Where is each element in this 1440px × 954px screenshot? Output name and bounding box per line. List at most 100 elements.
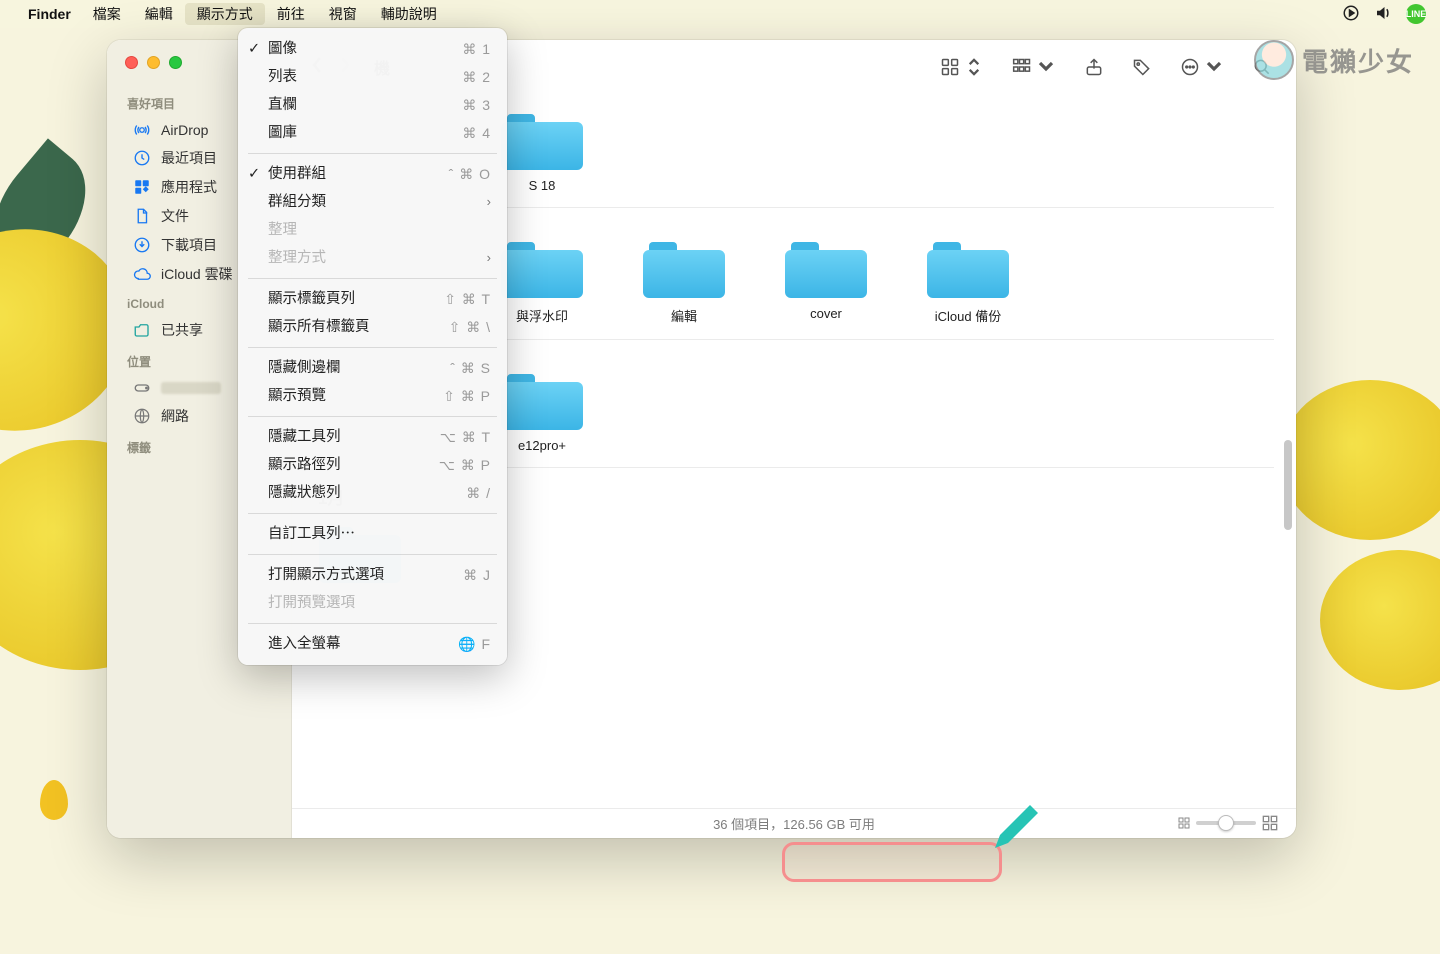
menu-shortcut: ⌘ / — [466, 482, 491, 504]
view-icons-button[interactable] — [934, 53, 990, 81]
view-menu-dropdown[interactable]: ✓圖像⌘ 1列表⌘ 2直欄⌘ 3圖庫⌘ 4✓使用群組ˆ ⌘ O群組分類›整理整理… — [238, 28, 507, 665]
disk-icon — [133, 379, 151, 397]
menu-item-label: 顯示所有標籤頁 — [268, 316, 370, 338]
folder-label: S 18 — [529, 178, 556, 193]
menu-item-label: 列表 — [268, 66, 297, 88]
menu-item-顯示標籤頁列[interactable]: 顯示標籤頁列 ⇧ ⌘ T — [238, 285, 507, 313]
folder-item[interactable]: S 18 — [500, 110, 584, 193]
icon-size-slider[interactable] — [1178, 815, 1278, 831]
status-bar: 36 個項目，126.56 GB 可用 — [292, 808, 1296, 838]
screen-mirroring-icon[interactable] — [1342, 4, 1360, 25]
menu-item-顯示預覽[interactable]: 顯示預覽 ⇧ ⌘ P — [238, 382, 507, 410]
folder-icon — [927, 238, 1009, 298]
menu-輔助說明[interactable]: 輔助說明 — [369, 3, 449, 25]
app-name[interactable]: Finder — [28, 6, 71, 22]
vertical-scrollbar[interactable] — [1284, 440, 1292, 530]
more-button[interactable] — [1174, 53, 1230, 81]
sidebar-item-label: 最近項目 — [161, 148, 217, 168]
tags-button[interactable] — [1126, 53, 1158, 81]
menu-shortcut: ⌥ ⌘ T — [440, 426, 491, 448]
sidebar-item-label: 已共享 — [161, 320, 203, 340]
group-button[interactable] — [1006, 53, 1062, 81]
sidebar-item-label: AirDrop — [161, 122, 208, 138]
folder-icon — [501, 238, 583, 298]
menu-shortcut: ⇧ ⌘ T — [444, 288, 491, 310]
menu-item-label: 自訂工具列⋯ — [268, 523, 355, 545]
menu-item-群組分類[interactable]: 群組分類 › — [238, 188, 507, 216]
menu-item-顯示路徑列[interactable]: 顯示路徑列 ⌥ ⌘ P — [238, 451, 507, 479]
menu-item-列表[interactable]: 列表⌘ 2 — [238, 63, 507, 91]
menu-item-label: 圖庫 — [268, 122, 297, 144]
menu-編輯[interactable]: 編輯 — [133, 3, 185, 25]
folder-icon — [501, 110, 583, 170]
menu-item-label: 隱藏狀態列 — [268, 482, 341, 504]
close-button[interactable] — [125, 56, 138, 69]
doc-icon — [133, 207, 151, 225]
menu-視窗[interactable]: 視窗 — [317, 3, 369, 25]
folder-label: e12pro+ — [518, 438, 566, 453]
menu-item-隱藏工具列[interactable]: 隱藏工具列 ⌥ ⌘ T — [238, 423, 507, 451]
menu-shortcut: 🌐 F — [458, 633, 491, 655]
menu-item-label: 顯示路徑列 — [268, 454, 341, 476]
menu-顯示方式[interactable]: 顯示方式 — [185, 3, 265, 25]
menu-shortcut: ⌘ 3 — [462, 94, 491, 116]
menu-shortcut: ⌥ ⌘ P — [439, 454, 491, 476]
menu-前往[interactable]: 前往 — [265, 3, 317, 25]
menu-item-打開預覽選項: 打開預覽選項 — [238, 589, 507, 617]
menu-item-label: 打開預覽選項 — [268, 592, 355, 614]
cloud-icon — [133, 265, 151, 283]
menu-item-label: 隱藏工具列 — [268, 426, 341, 448]
volume-icon[interactable] — [1374, 4, 1392, 25]
menu-shortcut: ⇧ ⌘ P — [443, 385, 491, 407]
menu-item-圖庫[interactable]: 圖庫 ⌘ 4 — [238, 119, 507, 147]
menu-item-打開顯示方式選項[interactable]: 打開顯示方式選項 ⌘ J — [238, 561, 507, 589]
menu-item-label: 整理 — [268, 219, 297, 241]
folder-item[interactable]: e12pro+ — [500, 370, 584, 453]
sidebar-item-label: 網路 — [161, 406, 189, 426]
menu-item-label: 隱藏側邊欄 — [268, 357, 341, 379]
folder-item[interactable]: 與浮水印 — [500, 238, 584, 325]
clock-icon — [133, 149, 151, 167]
menu-item-label: 顯示預覽 — [268, 385, 326, 407]
sidebar-item-label: 下載項目 — [161, 235, 217, 255]
menu-shortcut: ⌘ 4 — [462, 122, 491, 144]
brand-watermark: 電獺少女 — [1254, 40, 1414, 80]
menu-item-label: 整理方式 — [268, 247, 326, 269]
line-menubar-icon[interactable]: LINE — [1406, 4, 1426, 24]
zoom-button[interactable] — [169, 56, 182, 69]
menu-item-隱藏狀態列[interactable]: 隱藏狀態列 ⌘ / — [238, 479, 507, 507]
menu-item-label: 顯示標籤頁列 — [268, 288, 355, 310]
menu-item-label: 打開顯示方式選項 — [268, 564, 384, 586]
folder-label: 編輯 — [671, 306, 697, 325]
menu-item-直欄[interactable]: 直欄 ⌘ 3 — [238, 91, 507, 119]
status-text: 36 個項目，126.56 GB 可用 — [713, 814, 875, 833]
brand-text: 電獺少女 — [1302, 42, 1414, 79]
folder-item[interactable]: cover — [784, 238, 868, 325]
menu-item-label: 圖像 — [268, 38, 297, 60]
globe-icon — [133, 407, 151, 425]
sidebar-item-label: 應用程式 — [161, 177, 217, 197]
folder-item[interactable]: iCloud 備份 — [926, 238, 1010, 325]
menu-item-圖像[interactable]: ✓圖像⌘ 1 — [238, 35, 507, 63]
menu-檔案[interactable]: 檔案 — [81, 3, 133, 25]
menu-shortcut: ⌘ 1 — [462, 38, 491, 60]
menu-item-隱藏側邊欄[interactable]: 隱藏側邊欄ˆ ⌘ S — [238, 354, 507, 382]
menu-item-label: 群組分類 — [268, 191, 326, 213]
folder-icon — [643, 238, 725, 298]
folder-label: 與浮水印 — [516, 306, 568, 325]
menu-item-整理方式: 整理方式› — [238, 244, 507, 272]
menu-item-自訂工具列⋯[interactable]: 自訂工具列⋯ — [238, 520, 507, 548]
sidebar-item-label: iCloud 雲碟 — [161, 264, 233, 284]
menu-item-進入全螢幕[interactable]: 進入全螢幕 🌐 F — [238, 630, 507, 658]
brand-avatar-icon — [1254, 40, 1294, 80]
menu-shortcut: ⌘ J — [463, 564, 491, 586]
folder-item[interactable]: 編輯 — [642, 238, 726, 325]
menu-item-label: 直欄 — [268, 94, 297, 116]
menu-item-使用群組[interactable]: ✓使用群組ˆ ⌘ O — [238, 160, 507, 188]
minimize-button[interactable] — [147, 56, 160, 69]
share-button[interactable] — [1078, 53, 1110, 81]
chevron-right-icon: › — [487, 191, 491, 213]
menu-item-顯示所有標籤頁[interactable]: 顯示所有標籤頁⇧ ⌘ \ — [238, 313, 507, 341]
menu-item-label: 進入全螢幕 — [268, 633, 341, 655]
system-menubar: Finder 檔案編輯顯示方式前往視窗輔助說明 LINE — [0, 0, 1440, 28]
